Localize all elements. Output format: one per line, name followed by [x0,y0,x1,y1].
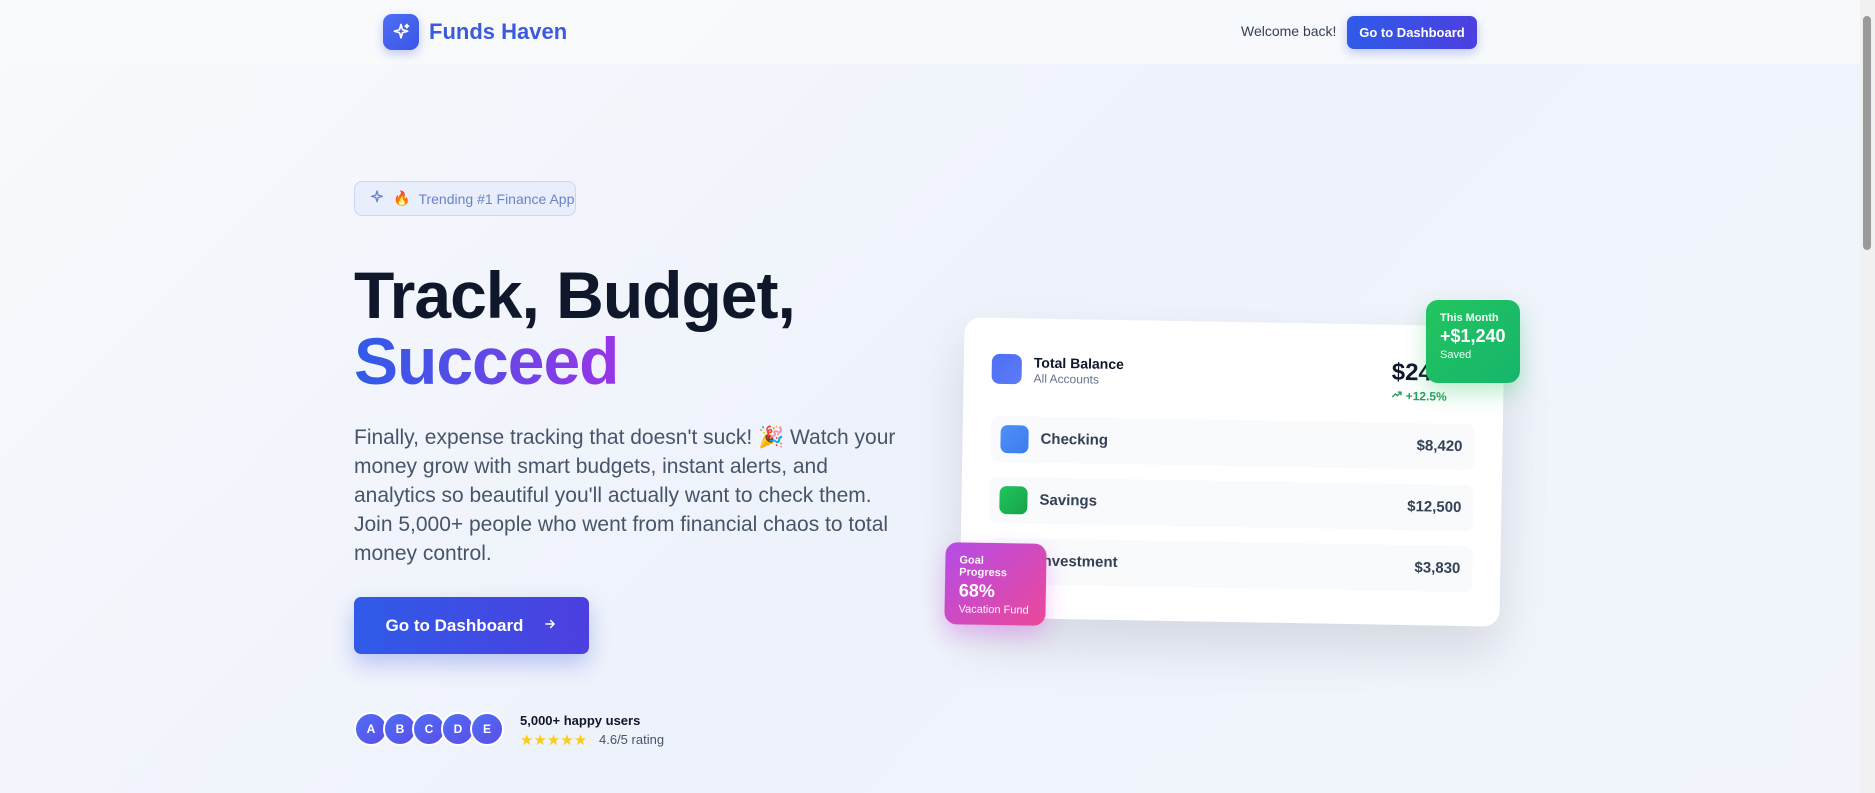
account-name: Savings [1039,491,1098,510]
user-avatars: A B C D E [354,712,504,746]
nav-dashboard-button[interactable]: Go to Dashboard [1347,16,1477,49]
badge-label: Trending #1 Finance App [418,190,575,207]
rating-text: 4.6/5 rating [599,732,665,747]
total-balance-change: +12.5% [1391,389,1447,404]
tag-label: Goal Progress [959,554,1007,580]
wallet-icon [991,353,1023,385]
savings-icon [999,485,1028,515]
sparkle-icon [369,189,385,208]
arrow-right-icon [543,616,557,636]
account-row-investment: Investment $3,830 [988,537,1473,593]
account-value: $8,420 [1416,437,1463,456]
sparkle-icon [383,14,419,50]
tag-sub: Vacation Fund [958,603,1029,617]
hero-dashboard-button[interactable]: Go to Dashboard [354,597,589,654]
rating-stars-icon: ★★★★★ [520,732,588,749]
account-name: Checking [1040,430,1109,449]
page-scrollbar[interactable] [1860,0,1875,793]
fire-icon: 🔥 [393,190,411,206]
brand-name: Funds Haven [429,19,568,44]
goal-progress-tag: Goal Progress 68% Vacation Fund [944,542,1047,626]
hero-title-line2: Succeed [354,324,619,398]
cta-label: Go to Dashboard [385,615,524,635]
total-balance-subtitle: All Accounts [1033,371,1100,387]
account-row-checking: Checking $8,420 [990,415,1475,471]
account-name: Investment [1038,552,1118,572]
tag-sub: Saved [1440,349,1472,361]
scrollbar-thumb[interactable] [1863,16,1871,250]
welcome-text: Welcome back! [1241,23,1337,39]
total-balance-title: Total Balance [1033,354,1125,373]
trending-badge: 🔥 Trending #1 Finance App [354,181,576,216]
account-row-savings: Savings $12,500 [989,476,1474,532]
account-value: $12,500 [1407,498,1462,517]
brand-logo[interactable]: Funds Haven [383,14,567,50]
tag-label: This Month [1440,312,1499,324]
tag-value: +$1,240 [1440,326,1506,346]
hero-description: Finally, expense tracking that doesn't s… [354,426,896,565]
users-count: 5,000+ happy users [520,713,641,728]
account-value: $3,830 [1414,559,1461,577]
hero-title-line1: Track, Budget, [354,258,796,332]
top-nav: Funds Haven Welcome back! Go to Dashboar… [0,0,1860,64]
checking-icon [1000,424,1029,454]
trend-up-icon [1392,391,1402,398]
tag-value: 68% [958,580,996,601]
avatar: E [470,712,504,746]
this-month-tag: This Month +$1,240 Saved [1426,300,1520,383]
